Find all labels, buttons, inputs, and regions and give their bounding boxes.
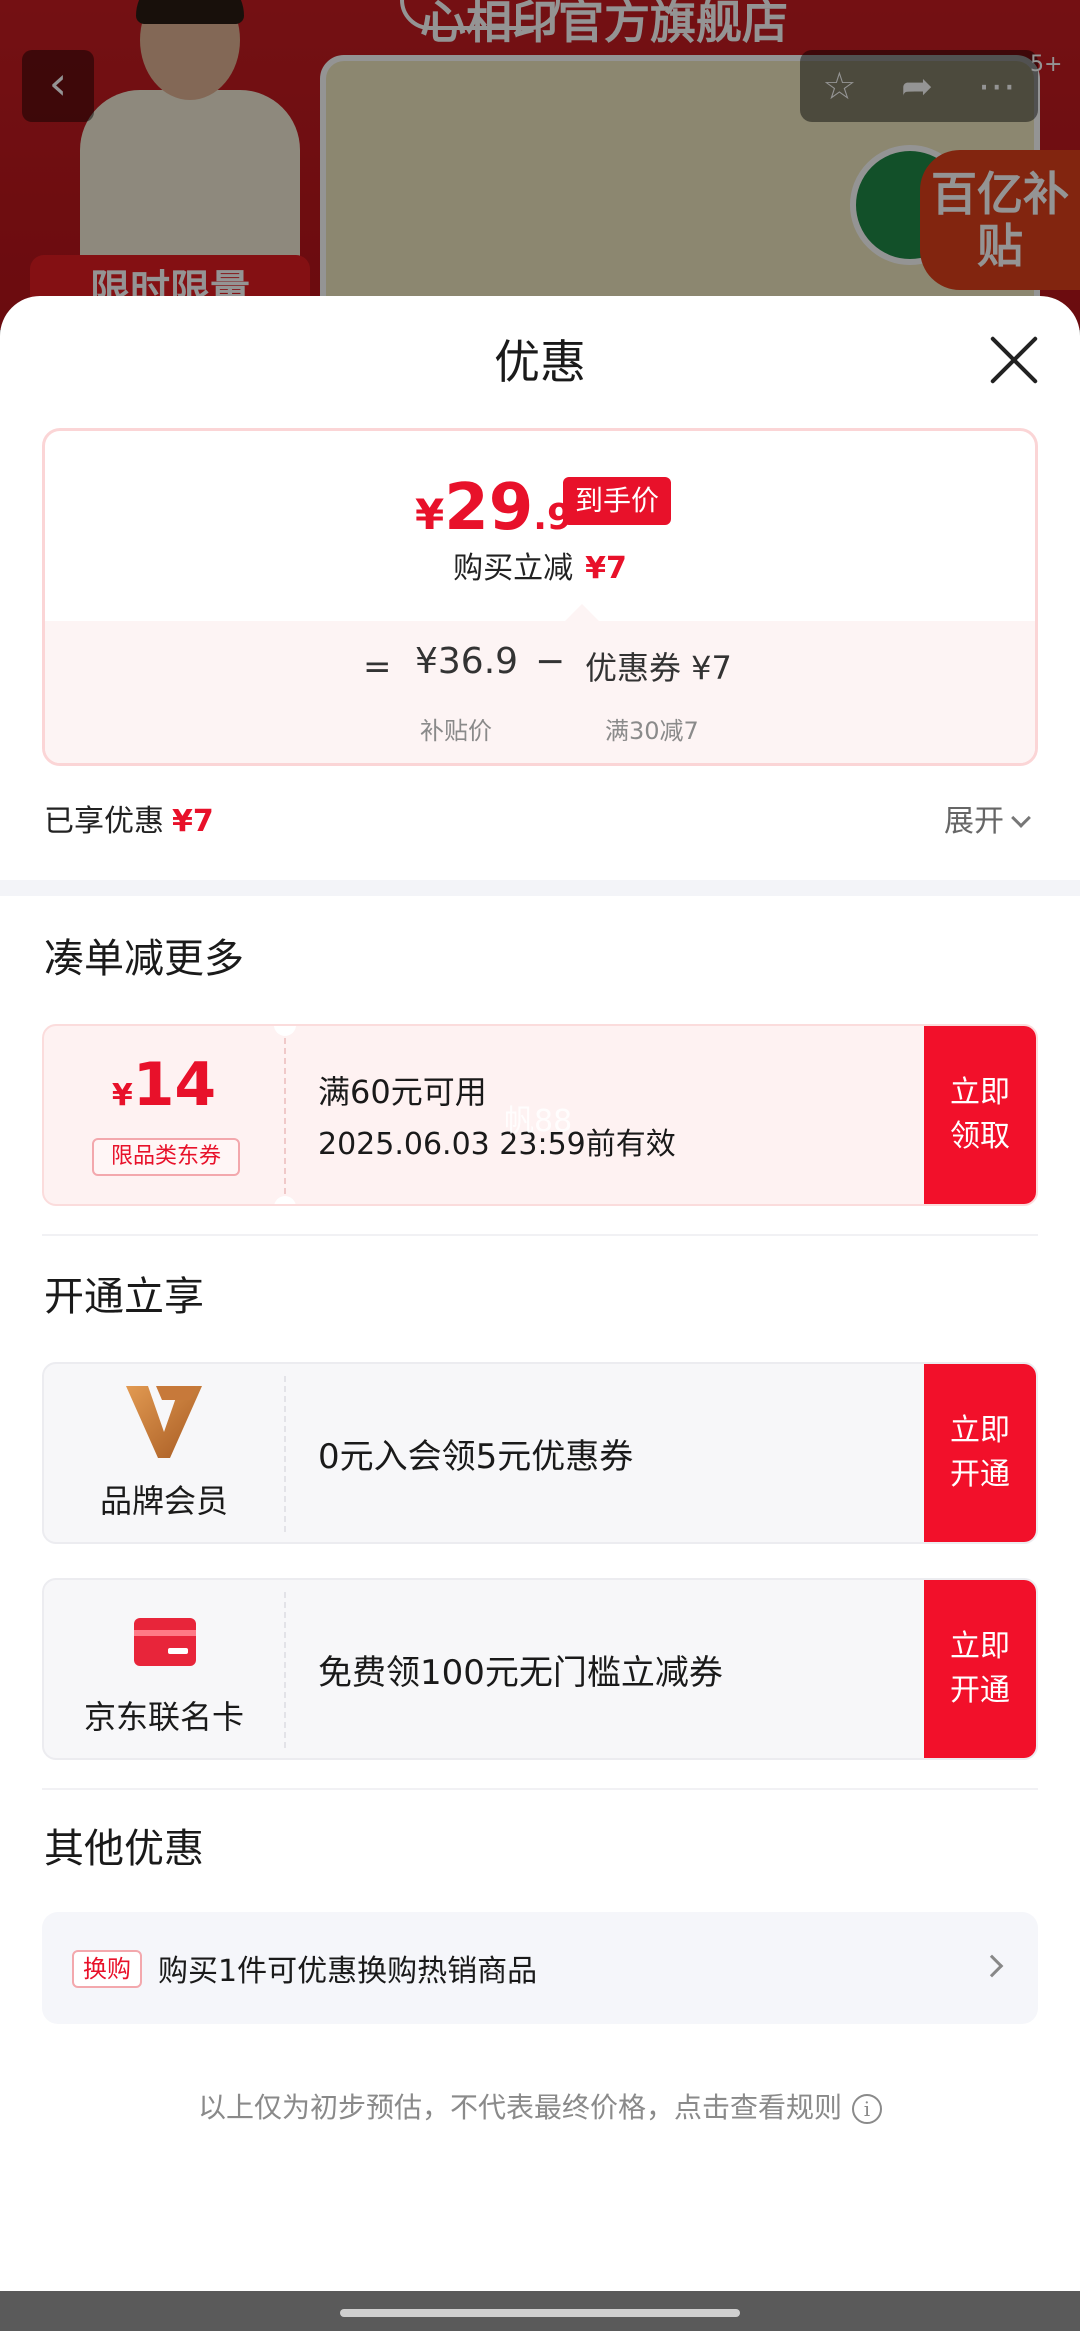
- co-brand-card-text: 免费领100元无门槛立减券: [318, 1652, 723, 1693]
- final-price-tag: 到手价: [563, 477, 672, 525]
- swap-offer-row[interactable]: 换购 购买1件可优惠换购热销商品: [42, 1912, 1038, 2024]
- brand-member-name: 品牌会员: [99, 1482, 228, 1520]
- claim-coupon-button[interactable]: 立即领取: [924, 1026, 1036, 1204]
- home-indicator[interactable]: [340, 2309, 740, 2317]
- coupon-amount: ¥14: [111, 1050, 217, 1120]
- brand-member-offer: 品牌会员 0元入会领5元优惠券 立即开通: [42, 1362, 1038, 1544]
- sheet-title: 优惠: [494, 335, 586, 389]
- swap-tag: 换购: [72, 1950, 142, 1988]
- chevron-right-icon: [980, 1954, 1004, 1978]
- minus-sign: −: [535, 641, 566, 682]
- enjoyed-discount: 已享优惠 ¥7: [44, 804, 214, 839]
- open-brand-member-button[interactable]: 立即开通: [924, 1364, 1036, 1542]
- v-brand-icon: [126, 1386, 202, 1458]
- system-nav-bar: [0, 2291, 1080, 2331]
- coupon-condition-label: 满30减7: [605, 717, 699, 745]
- credit-card-icon: [134, 1618, 196, 1666]
- expand-button[interactable]: 展开: [944, 796, 1031, 840]
- watermark: 帆88: [504, 1104, 573, 1139]
- chevron-down-icon: [1011, 808, 1031, 828]
- divider: [42, 1234, 1038, 1236]
- info-icon[interactable]: i: [852, 2094, 882, 2124]
- section-divider: [0, 880, 1080, 896]
- other-section-title: 其他优惠: [44, 1826, 204, 1872]
- coupon-type-tag: 限品类东券: [92, 1138, 240, 1176]
- subsidy-price: ¥36.9: [415, 641, 519, 682]
- co-brand-card-offer: 京东联名卡 免费领100元无门槛立减券 立即开通: [42, 1578, 1038, 1760]
- combo-section-title: 凑单减更多: [44, 936, 244, 982]
- subsidy-price-label: 补贴价: [420, 717, 492, 745]
- open-co-brand-card-button[interactable]: 立即开通: [924, 1580, 1036, 1758]
- coupon-value: 优惠券 ¥7: [585, 649, 732, 687]
- close-icon[interactable]: [986, 332, 1042, 388]
- equals-sign: =: [363, 647, 392, 687]
- divider: [42, 1788, 1038, 1790]
- final-price: ¥29.9: [415, 471, 573, 545]
- price-formula: = ¥36.9 − 优惠券 ¥7 补贴价 满30减7: [45, 621, 1035, 763]
- instant-discount: 购买立减 ¥7: [453, 551, 627, 586]
- rules-footnote[interactable]: 以上仅为初步预估，不代表最终价格，点击查看规则 i: [0, 2086, 1080, 2126]
- coupon-condition: 满60元可用: [318, 1073, 487, 1111]
- swap-offer-text: 购买1件可优惠换购热销商品: [158, 1954, 538, 1989]
- price-breakdown-card: ¥29.9 到手价 购买立减 ¥7 = ¥36.9 − 优惠券 ¥7 补贴价 满3…: [42, 428, 1038, 766]
- open-section-title: 开通立享: [44, 1274, 204, 1320]
- co-brand-card-name: 京东联名卡: [83, 1698, 244, 1736]
- combo-coupon: ¥14 限品类东券 满60元可用 2025.06.03 23:59前有效 帆88…: [42, 1024, 1038, 1206]
- brand-member-text: 0元入会领5元优惠券: [318, 1436, 634, 1477]
- coupon-validity: 2025.06.03 23:59前有效: [318, 1127, 676, 1162]
- discount-sheet: 优惠 ¥29.9 到手价 购买立减 ¥7 = ¥36.9 − 优惠券 ¥7 补贴价…: [0, 296, 1080, 2291]
- modal-overlay[interactable]: [0, 0, 1080, 330]
